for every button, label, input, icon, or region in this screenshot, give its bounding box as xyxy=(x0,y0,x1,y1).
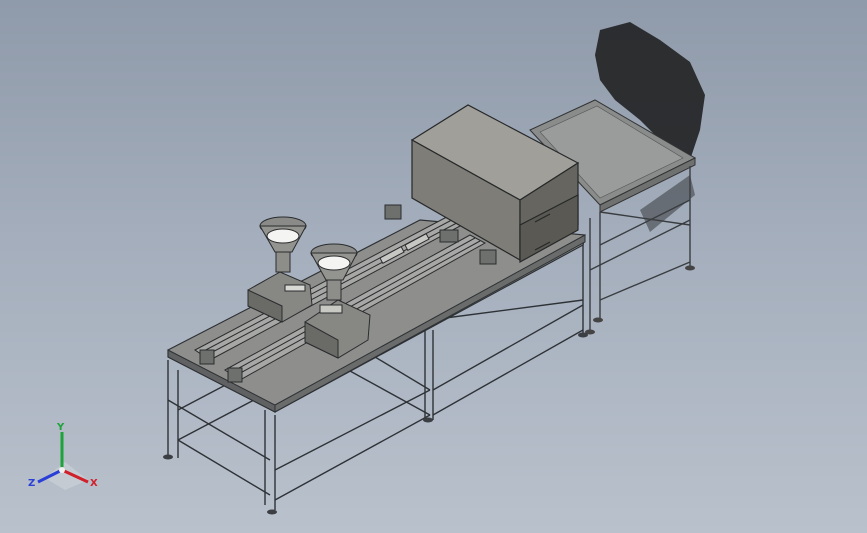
y-axis-label: Y xyxy=(56,422,65,433)
z-axis-label: Z xyxy=(28,478,35,489)
axis-triad: X Y Z xyxy=(28,422,98,490)
cad-viewport[interactable]: X Y Z xyxy=(0,0,867,533)
assembly-model[interactable]: X Y Z xyxy=(0,0,867,533)
x-axis-label: X xyxy=(90,478,98,489)
